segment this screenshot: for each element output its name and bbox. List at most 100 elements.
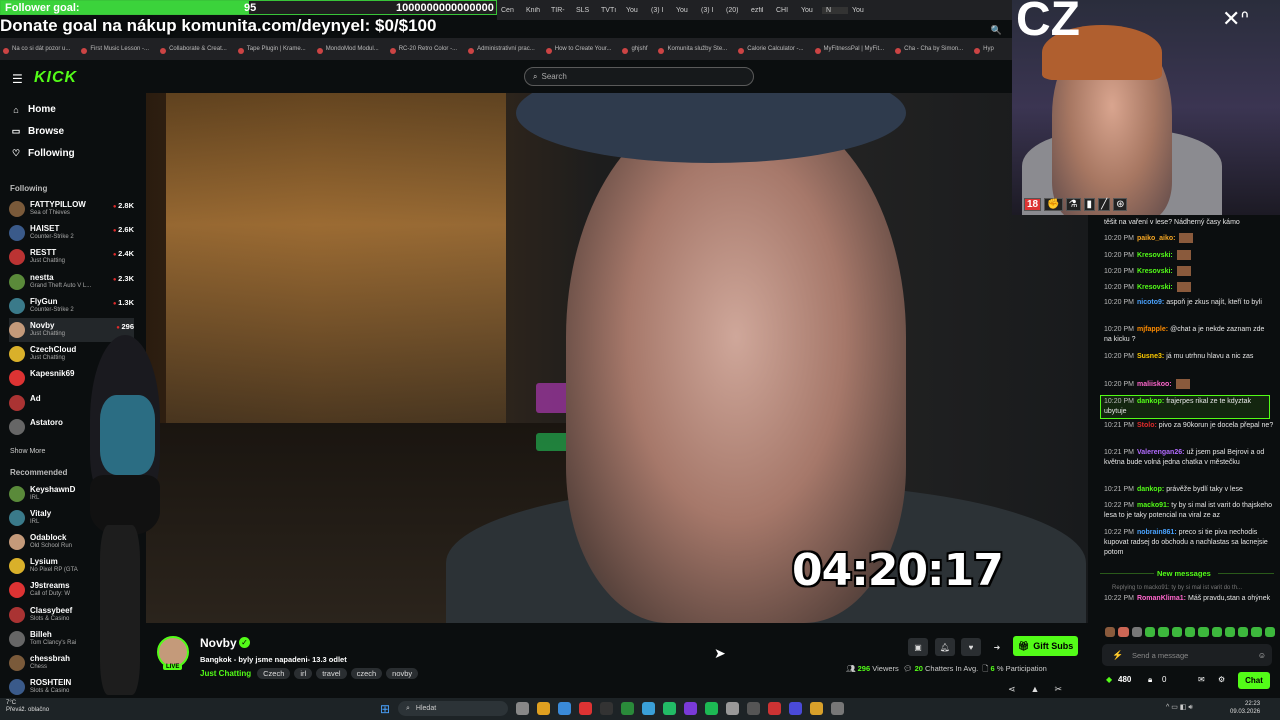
browser-tab[interactable]: You xyxy=(622,7,647,14)
chat-user[interactable]: RomanKlima1: xyxy=(1137,595,1186,602)
search-input[interactable]: ⌕ Search xyxy=(524,67,754,86)
chat-user[interactable]: Susne3: xyxy=(1137,353,1164,360)
warning-icon[interactable]: ▲ xyxy=(1031,684,1040,695)
emote-icon[interactable] xyxy=(1184,627,1196,637)
browser-tab[interactable]: CHI xyxy=(772,7,797,14)
browser-tab[interactable]: (20) xyxy=(722,7,747,14)
stream-tag[interactable]: Czech xyxy=(257,668,291,679)
emote-icon[interactable] xyxy=(1158,627,1169,637)
chat-user[interactable]: maliiskoo: xyxy=(1137,381,1172,388)
chat-user[interactable]: nicoto9: xyxy=(1137,299,1164,306)
stream-tag[interactable]: novby xyxy=(386,668,419,679)
emote-icon[interactable] xyxy=(1211,627,1222,637)
bookmark-item[interactable]: MyFitnessPal | MyFit... xyxy=(812,46,893,54)
sidebar-channel[interactable]: FATTYPILLOWSea of Thieves 2.8K xyxy=(9,197,134,221)
bookmark-item[interactable]: Na co si dát pozor u... xyxy=(0,46,78,54)
video-player[interactable] xyxy=(146,93,1088,623)
show-more-link[interactable]: Show More xyxy=(10,448,45,455)
browser-tab[interactable]: Knih xyxy=(522,7,547,14)
nav-home[interactable]: ⌂ Home xyxy=(10,104,56,115)
sidebar-channel[interactable]: FlyGunCounter-Strike 2 1.3K xyxy=(9,294,134,318)
bookmark-item[interactable]: Tape Plugin | Krame... xyxy=(235,46,314,54)
emote-icon[interactable] xyxy=(1144,627,1156,637)
taskbar-clock[interactable]: 22:23 09.03.2026 xyxy=(1230,700,1260,716)
chat-send-button[interactable]: Chat xyxy=(1238,672,1270,689)
kick-logo[interactable]: KICK xyxy=(34,69,77,87)
bookmark-item[interactable]: Collaborate & Creat... xyxy=(157,46,235,54)
stream-category[interactable]: Just Chatting xyxy=(200,669,251,678)
browser-tab[interactable]: You xyxy=(672,7,697,14)
windows-start-icon[interactable]: ⊞ xyxy=(380,702,390,716)
clip-icon[interactable]: ✂ xyxy=(1054,684,1062,695)
emote-icon[interactable] xyxy=(1105,627,1116,637)
stream-tag[interactable]: czech xyxy=(350,668,383,679)
bookmark-item[interactable]: ghjshf xyxy=(619,46,655,54)
bookmark-item[interactable]: Calorie Calculator -... xyxy=(735,46,811,54)
chat-bubble-icon[interactable]: ✉ xyxy=(1198,675,1205,684)
taskbar-app-icon[interactable] xyxy=(789,702,802,715)
new-messages-indicator[interactable]: New messages xyxy=(1157,569,1211,578)
emote-picker-icon[interactable]: ☺ xyxy=(1258,651,1266,660)
chat-user[interactable]: macko91: xyxy=(1137,502,1169,509)
taskbar-app-icon[interactable] xyxy=(810,702,823,715)
taskbar-app-icon[interactable] xyxy=(768,702,781,715)
taskbar-app-icon[interactable] xyxy=(600,702,613,715)
emote-icon[interactable] xyxy=(1238,627,1249,637)
theater-mode-icon[interactable]: ▣ xyxy=(908,638,928,656)
chat-user[interactable]: Kresovski: xyxy=(1137,284,1173,291)
browser-tab[interactable]: ezfil xyxy=(747,7,772,14)
stream-tag[interactable]: irl xyxy=(294,668,313,679)
taskbar-app-icon[interactable] xyxy=(516,702,529,715)
stream-tag[interactable]: travel xyxy=(316,668,347,679)
taskbar-app-icon[interactable] xyxy=(621,702,634,715)
browser-tab[interactable]: TIR- xyxy=(547,7,572,14)
browser-tab[interactable]: SLS xyxy=(572,7,597,14)
sidebar-channel[interactable]: HAISETCounter-Strike 2 2.6K xyxy=(9,221,134,245)
nav-following[interactable]: ♡ Following xyxy=(10,148,75,159)
chat-user[interactable]: dankop: xyxy=(1137,486,1164,493)
points-count[interactable]: 480 xyxy=(1118,675,1131,684)
bookmark-item[interactable]: Hyp xyxy=(971,46,1002,54)
nav-browse[interactable]: ▭ Browse xyxy=(10,126,64,137)
chat-user[interactable]: dankop: xyxy=(1137,398,1164,405)
bookmark-item[interactable]: Cha - Cha by Simon... xyxy=(892,46,971,54)
browser-tab[interactable]: (3) I xyxy=(697,7,722,14)
taskbar-app-icon[interactable] xyxy=(579,702,592,715)
emote-icon[interactable] xyxy=(1171,627,1182,637)
emote-icon[interactable] xyxy=(1198,627,1209,637)
browser-tab[interactable]: Cen xyxy=(497,7,522,14)
taskbar-app-icon[interactable] xyxy=(831,702,844,715)
chat-user[interactable]: Stolo: xyxy=(1137,422,1157,429)
sidebar-channel[interactable]: nesttaGrand Theft Auto V L... 2.3K xyxy=(9,270,134,294)
bookmark-item[interactable]: Administrativní prac... xyxy=(465,46,543,54)
share-icon[interactable]: ➜ xyxy=(987,638,1007,656)
chat-user[interactable]: paiko_aiko: xyxy=(1137,235,1176,242)
sidebar-channel[interactable]: RESTTJust Chatting 2.4K xyxy=(9,245,134,269)
browser-tab[interactable]: N xyxy=(822,6,848,14)
bookmark-item[interactable]: RC-20 Retro Color -... xyxy=(387,46,465,54)
taskbar-app-icon[interactable] xyxy=(684,702,697,715)
system-tray[interactable]: ^ ▭ ◧ 🔊︎ xyxy=(1166,703,1193,712)
browser-tab[interactable]: You xyxy=(797,7,822,14)
taskbar-app-icon[interactable] xyxy=(558,702,571,715)
taskbar-app-icon[interactable] xyxy=(663,702,676,715)
chat-user[interactable]: Kresovski: xyxy=(1137,268,1173,275)
browser-tab[interactable]: TVTı xyxy=(597,7,622,14)
weather-widget[interactable]: 7°C Převáž. oblačno xyxy=(6,700,49,714)
chat-user[interactable]: mjfapple: xyxy=(1137,326,1168,333)
chat-user[interactable]: Kresovski: xyxy=(1137,252,1173,259)
bookmark-item[interactable]: How to Create Your... xyxy=(543,46,620,54)
emote-icon[interactable] xyxy=(1118,627,1129,637)
heart-icon[interactable]: ♥ xyxy=(961,638,981,656)
taskbar-app-icon[interactable] xyxy=(537,702,550,715)
browser-tab[interactable]: (3) I xyxy=(647,7,672,14)
bookmark-item[interactable]: MondoMod Modul... xyxy=(314,46,387,54)
taskbar-search[interactable]: ⌕ Hledat xyxy=(398,701,508,716)
taskbar-app-icon[interactable] xyxy=(726,702,739,715)
zoom-icon[interactable]: 🔍 xyxy=(991,25,1002,36)
taskbar-app-icon[interactable] xyxy=(642,702,655,715)
menu-icon[interactable]: ☰ xyxy=(12,72,23,86)
emote-icon[interactable] xyxy=(1224,627,1236,637)
chat-user[interactable]: nobrain861: xyxy=(1137,529,1177,536)
emote-icon[interactable] xyxy=(1251,627,1262,637)
